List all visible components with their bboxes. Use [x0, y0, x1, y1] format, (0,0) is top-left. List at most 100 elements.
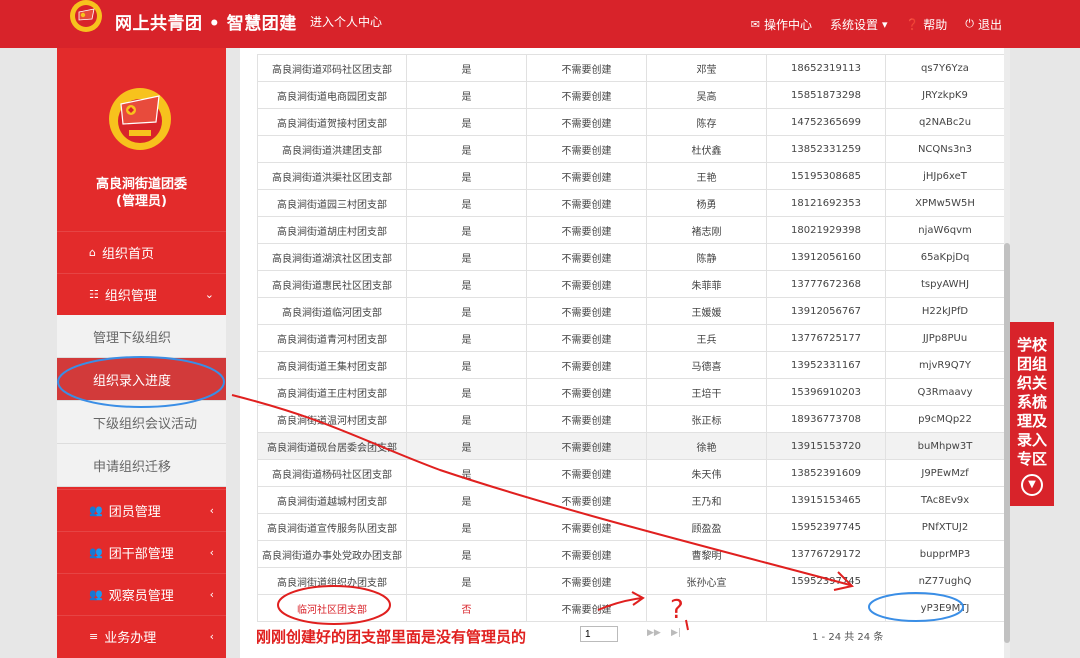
envelope-icon: ✉ — [750, 17, 760, 31]
cell-status: 不需要创建 — [526, 189, 647, 217]
table-row[interactable]: 高良涧街道王集村团支部是不需要创建 马德喜 13952331167 mjvR9Q7Y — [257, 351, 1005, 379]
cell-name: 吴高 — [646, 81, 767, 109]
cell-name: 褚志刚 — [646, 216, 767, 244]
cell-org: 高良涧街道惠民社区团支部 — [257, 270, 407, 298]
cell-status: 不需要创建 — [526, 162, 647, 190]
chevron-left-icon: ‹ — [209, 630, 214, 643]
cell-phone: 13952331167 — [766, 351, 886, 379]
cell-org: 高良涧街道临河团支部 — [257, 297, 407, 325]
brand-title[interactable]: 网上共青团 • 智慧团建 — [115, 9, 297, 34]
sidebar-item-observer-mgmt[interactable]: 👥 观察员管理 ‹ — [57, 573, 226, 615]
table-row[interactable]: 高良涧街道洪建团支部是不需要创建 杜伏鑫 13852331259 NCQNs3n3 — [257, 135, 1005, 163]
cell-name: 王培干 — [646, 378, 767, 406]
table-row[interactable]: 高良涧街道邓码社区团支部是不需要创建 邓莹 18652319113 qs7Y6Yza — [257, 54, 1005, 82]
table-row[interactable]: 高良涧街道宣传服务队团支部是不需要创建 顾盈盈 15952397745 PNfXTUJ… — [257, 513, 1005, 541]
sidebar-item-org-mgmt[interactable]: ☷ 组织管理 ⌄ — [57, 273, 226, 315]
cell-name: 曹黎明 — [646, 540, 767, 568]
cell-name: 朱菲菲 — [646, 270, 767, 298]
cell-status: 不需要创建 — [526, 513, 647, 541]
org-emblem-icon — [109, 88, 171, 150]
enter-personal-center-link[interactable]: 进入个人中心 — [310, 13, 382, 30]
page-number-input[interactable] — [580, 626, 618, 642]
cell-status: 不需要创建 — [526, 351, 647, 379]
cell-name: 王乃和 — [646, 486, 767, 514]
help-link[interactable]: ❓ 帮助 — [906, 16, 948, 33]
table-row[interactable]: 高良涧街道惠民社区团支部是不需要创建 朱菲菲 13777672368 tspyAWHJ — [257, 270, 1005, 298]
cell-flag: 是 — [406, 378, 527, 406]
cell-code: JJPp8PUu — [885, 324, 1005, 352]
cell-phone: 15952397745 — [766, 513, 886, 541]
operation-center-link[interactable]: ✉ 操作中心 — [751, 16, 812, 33]
table-row[interactable]: 高良涧街道王庄村团支部是不需要创建 王培干 15396910203 Q3Rmaavy — [257, 378, 1005, 406]
sidebar-sub-meetings[interactable]: 下级组织会议活动 — [57, 401, 226, 444]
cell-org: 高良涧街道王集村团支部 — [257, 351, 407, 379]
sidebar-sub-migrate[interactable]: 申请组织迁移 — [57, 444, 226, 487]
cell-org: 临河社区团支部 — [257, 594, 407, 622]
cell-status: 不需要创建 — [526, 567, 647, 595]
table-row[interactable]: 高良涧街道温河村团支部是不需要创建 张正标 18936773708 p9cMQp22 — [257, 405, 1005, 433]
cell-flag: 是 — [406, 324, 527, 352]
table-row[interactable]: 高良涧街道临河团支部是不需要创建 王媛媛 13912056767 H22kJPfD — [257, 297, 1005, 325]
sidebar-sub-label: 申请组织迁移 — [93, 459, 172, 475]
cell-code: yP3E9MTJ — [885, 594, 1005, 622]
list-icon: ≡ — [89, 630, 99, 643]
cell-status: 不需要创建 — [526, 324, 647, 352]
cell-code: njaW6qvm — [885, 216, 1005, 244]
caret-down-icon: ▾ — [882, 17, 888, 31]
cell-name: 王兵 — [646, 324, 767, 352]
table-row[interactable]: 高良涧街道胡庄村团支部是不需要创建 褚志刚 18021929398 njaW6qvm — [257, 216, 1005, 244]
school-org-special-zone-button[interactable]: 学校团组织关系梳理及录入专区 ▼ — [1010, 322, 1054, 506]
table-row[interactable]: 高良涧街道贺接村团支部是不需要创建 陈存 14752365699 q2NABc2u — [257, 108, 1005, 136]
system-settings-dropdown[interactable]: 系统设置 ▾ — [830, 16, 888, 33]
cell-flag: 是 — [406, 243, 527, 271]
sidebar-sub-entry-progress[interactable]: 组织录入进度 — [57, 358, 226, 401]
cell-status: 不需要创建 — [526, 54, 647, 82]
cell-status: 不需要创建 — [526, 594, 647, 622]
top-nav: ✉ 操作中心 系统设置 ▾ ❓ 帮助 ⏻ 退出 — [751, 0, 1080, 48]
table-row[interactable]: 高良涧街道越城村团支部是不需要创建 王乃和 13915153465 TAc8Ev9x — [257, 486, 1005, 514]
logout-link[interactable]: ⏻ 退出 — [965, 16, 1002, 33]
sidebar-item-home[interactable]: ⌂ 组织首页 — [57, 231, 226, 273]
sidebar-item-business[interactable]: ≡ 业务办理 ‹ — [57, 615, 226, 657]
cell-status: 不需要创建 — [526, 432, 647, 460]
cell-org: 高良涧街道温河村团支部 — [257, 405, 407, 433]
chevron-down-icon: ⌄ — [204, 288, 214, 301]
table-row[interactable]: 高良涧街道洪渠社区团支部是不需要创建 王艳 15195308685 jHJp6xeT — [257, 162, 1005, 190]
top-bar: 网上共青团 • 智慧团建 进入个人中心 ✉ 操作中心 系统设置 ▾ ❓ 帮助 ⏻… — [0, 0, 1080, 48]
table-row-new-org[interactable]: 临河社区团支部否不需要创建 yP3E9MTJ — [257, 594, 1005, 622]
sidebar-item-label: 观察员管理 — [108, 589, 174, 604]
table-row[interactable]: 高良涧街道办事处党政办团支部是不需要创建 曹黎明 13776729172 bupprM… — [257, 540, 1005, 568]
sidebar-item-cadre-mgmt[interactable]: 👥 团干部管理 ‹ — [57, 531, 226, 573]
cell-phone: 13912056767 — [766, 297, 886, 325]
table-row[interactable]: 高良涧街道组织办团支部是不需要创建 张孙心宣 15952397745 nZ77ughQ — [257, 567, 1005, 595]
sidebar: 高良涧街道团委 (管理员) ⌂ 组织首页 ☷ 组织管理 ⌄ 管理下级组织 组织录… — [57, 48, 226, 658]
sidebar-item-label: 业务办理 — [104, 631, 157, 646]
cell-org: 高良涧街道青河村团支部 — [257, 324, 407, 352]
table-row[interactable]: 高良涧街道青河村团支部是不需要创建 王兵 13776725177 JJPp8PUu — [257, 324, 1005, 352]
cell-code: H22kJPfD — [885, 297, 1005, 325]
cell-flag: 是 — [406, 81, 527, 109]
cell-name: 徐艳 — [646, 432, 767, 460]
operation-center-label: 操作中心 — [764, 17, 813, 32]
last-page-icon[interactable]: ▶| — [671, 628, 681, 638]
chevron-left-icon: ‹ — [209, 588, 214, 601]
org-progress-table-body: 高良涧街道邓码社区团支部是不需要创建 邓莹 18652319113 qs7Y6Yza 高… — [257, 54, 1005, 622]
next-page-icon[interactable]: ▶▶ — [647, 628, 661, 638]
cell-flag: 是 — [406, 459, 527, 487]
table-row[interactable]: 高良涧街道园三村团支部是不需要创建 杨勇 18121692353 XPMw5W5H — [257, 189, 1005, 217]
home-icon: ⌂ — [89, 246, 96, 259]
table-row[interactable]: 高良涧街道电商园团支部是不需要创建 吴高 15851873298 JRYzkpK9 — [257, 81, 1005, 109]
cell-org: 高良涧街道洪渠社区团支部 — [257, 162, 407, 190]
table-row[interactable]: 高良涧街道砚台居委会团支部是不需要创建 徐艳 13915153720 buMhpw3T — [257, 432, 1005, 460]
org-name: 高良涧街道团委 (管理员) — [57, 176, 226, 210]
cell-phone: 18936773708 — [766, 405, 886, 433]
sidebar-sub-manage-orgs[interactable]: 管理下级组织 — [57, 315, 226, 358]
cell-code: jHJp6xeT — [885, 162, 1005, 190]
table-row[interactable]: 高良涧街道湖滨社区团支部是不需要创建 陈静 13912056160 65aKpjDq — [257, 243, 1005, 271]
sidebar-item-label: 组织首页 — [101, 247, 154, 262]
cell-name: 邓莹 — [646, 54, 767, 82]
cell-status: 不需要创建 — [526, 297, 647, 325]
sidebar-item-member-mgmt[interactable]: 👥 团员管理 ‹ — [57, 489, 226, 531]
special-zone-label: 学校团组织关系梳理及录入专区 — [1016, 336, 1047, 468]
table-row[interactable]: 高良涧街道杨码社区团支部是不需要创建 朱天伟 13852391609 J9PEwMzf — [257, 459, 1005, 487]
